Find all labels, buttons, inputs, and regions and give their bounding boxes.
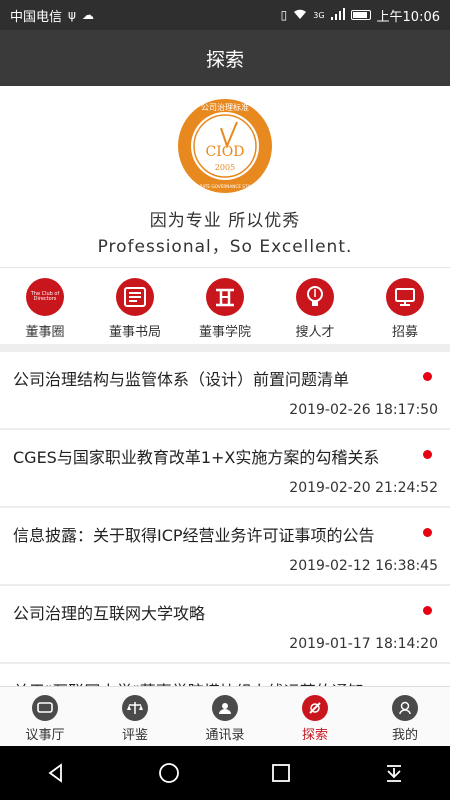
unread-dot-icon xyxy=(423,372,432,381)
bottom-tab-bar: 议事厅 评鉴 通讯录 探索 我的 xyxy=(0,686,450,746)
tab-label: 议事厅 xyxy=(25,728,65,743)
recents-icon[interactable] xyxy=(251,746,311,800)
news-item[interactable]: 公司治理的互联网大学攻略 2019-01-17 18:14:20 xyxy=(0,586,450,664)
slogan-chinese: 因为专业 所以优秀 xyxy=(149,211,301,231)
brand-banner: CIOD 2005 公司治理标准 CORPORATE GOVERNANCE ST… xyxy=(0,86,450,268)
news-date: 2019-02-26 18:17:50 xyxy=(289,402,438,418)
section-divider xyxy=(0,344,450,352)
news-item[interactable]: 信息披露：关于取得ICP经营业务许可证事项的公告 2019-02-12 16:3… xyxy=(0,508,450,586)
news-title: 公司治理的互联网大学攻略 xyxy=(13,604,206,623)
profile-icon xyxy=(392,695,418,721)
notification-pull-icon[interactable] xyxy=(364,746,424,800)
system-nav-bar xyxy=(0,746,450,800)
shortcut-row: The Club of Directors 董事圈 董事书局 董事学院 搜人才 … xyxy=(0,268,450,344)
news-item[interactable]: 关于"互联网大学"董事学院模块组上线运营的通知 xyxy=(0,664,450,686)
news-title: 公司治理结构与监管体系（设计）前置问题清单 xyxy=(13,370,350,389)
monitor-icon xyxy=(386,278,424,316)
shortcut-search-talent[interactable]: 搜人才 xyxy=(275,278,355,340)
carrier-label: 中国电信 xyxy=(10,9,63,25)
contacts-icon xyxy=(212,695,238,721)
news-item[interactable]: CGES与国家职业教育改革1+X实施方案的勾稽关系 2019-02-20 21:… xyxy=(0,430,450,508)
tab-explore[interactable]: 探索 xyxy=(270,687,360,746)
scale-icon xyxy=(122,695,148,721)
tab-profile[interactable]: 我的 xyxy=(360,687,450,746)
tab-label: 探索 xyxy=(301,728,328,743)
network-type: 3G xyxy=(313,10,325,20)
shortcut-label: 董事书局 xyxy=(108,325,161,340)
news-title: 关于"互联网大学"董事学院模块组上线运营的通知 xyxy=(13,678,413,686)
shortcut-label: 招募 xyxy=(391,325,418,340)
tab-evaluation[interactable]: 评鉴 xyxy=(90,687,180,746)
tv-icon xyxy=(32,695,58,721)
unread-dot-icon xyxy=(423,528,432,537)
shortcut-label: 董事圈 xyxy=(25,325,65,340)
vibrate-icon: ▯ xyxy=(280,8,288,22)
news-title: CGES与国家职业教育改革1+X实施方案的勾稽关系 xyxy=(13,448,380,467)
shortcut-label: 董事学院 xyxy=(198,325,251,340)
tab-label: 我的 xyxy=(391,728,418,743)
news-title: 信息披露：关于取得ICP经营业务许可证事项的公告 xyxy=(13,526,375,545)
lightbulb-icon xyxy=(296,278,334,316)
news-date: 2019-02-12 16:38:45 xyxy=(289,558,438,574)
explore-icon xyxy=(302,695,328,721)
logo-ring-text: CORPORATE GOVERNANCE STANDARD xyxy=(185,184,266,189)
page-title: 探索 xyxy=(0,30,450,86)
news-list: 公司治理结构与监管体系（设计）前置问题清单 2019-02-26 18:17:5… xyxy=(0,352,450,686)
wifi-icon xyxy=(293,8,307,22)
tab-label: 评鉴 xyxy=(121,728,148,743)
club-of-directors-icon: The Club of Directors xyxy=(26,278,64,316)
logo-top-text: 公司治理标准 xyxy=(201,102,249,112)
shortcut-directors-academy[interactable]: 董事学院 xyxy=(185,278,265,340)
back-icon[interactable] xyxy=(26,746,86,800)
shortcut-directors-bookstore[interactable]: 董事书局 xyxy=(95,278,175,340)
tab-meeting-hall[interactable]: 议事厅 xyxy=(0,687,90,746)
tab-label: 通讯录 xyxy=(205,728,245,743)
news-date: 2019-01-17 18:14:20 xyxy=(289,636,438,652)
battery-icon xyxy=(350,10,371,20)
news-date: 2019-02-20 21:24:52 xyxy=(289,480,438,496)
news-item[interactable]: 公司治理结构与监管体系（设计）前置问题清单 2019-02-26 18:17:5… xyxy=(0,352,450,430)
shortcut-directors-circle[interactable]: The Club of Directors 董事圈 xyxy=(5,278,85,340)
ciod-logo: CIOD 2005 公司治理标准 CORPORATE GOVERNANCE ST… xyxy=(178,99,272,193)
academy-icon xyxy=(206,278,244,316)
status-bar: 中国电信 ψ ☁ ▯ 3G 上午10:06 xyxy=(0,0,450,30)
logo-year-text: 2005 xyxy=(215,163,235,172)
unread-dot-icon xyxy=(423,450,432,459)
home-icon[interactable] xyxy=(139,746,199,800)
shortcut-recruit[interactable]: 招募 xyxy=(365,278,445,340)
newspaper-icon xyxy=(116,278,154,316)
clock: 上午10:06 xyxy=(376,9,440,25)
logo-center-text: CIOD xyxy=(206,144,245,160)
shortcut-label: 搜人才 xyxy=(295,325,335,340)
cloud-icon: ☁ xyxy=(81,8,94,22)
usb-icon: ψ xyxy=(68,8,76,22)
signal-icon xyxy=(330,8,345,22)
tab-contacts[interactable]: 通讯录 xyxy=(180,687,270,746)
slogan-english: Professional，So Excellent. xyxy=(97,237,353,257)
unread-dot-icon xyxy=(423,606,432,615)
